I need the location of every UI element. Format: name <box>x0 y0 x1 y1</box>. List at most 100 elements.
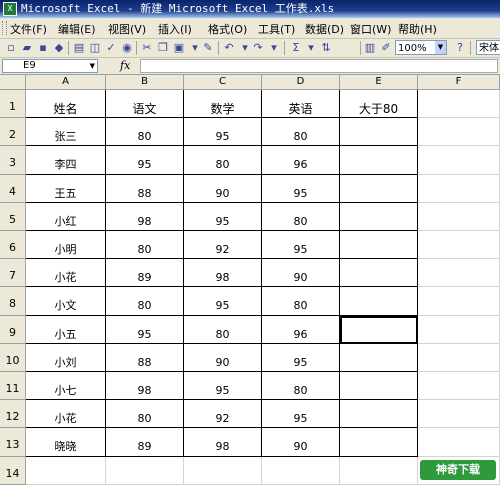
empty-cell[interactable] <box>418 287 500 316</box>
name-box[interactable]: E9 ▼ <box>2 59 98 73</box>
score-cell[interactable]: 95 <box>262 174 340 203</box>
chevron-down-icon[interactable]: ▼ <box>435 41 446 54</box>
score-cell[interactable]: 96 <box>262 146 340 175</box>
empty-cell[interactable] <box>340 456 418 485</box>
empty-cell[interactable] <box>262 456 340 485</box>
empty-cell[interactable] <box>418 372 500 401</box>
menu-data[interactable]: 数据(D) <box>305 21 344 37</box>
name-cell[interactable]: 小刘 <box>26 343 106 372</box>
score-cell[interactable]: 98 <box>106 372 184 401</box>
empty-cell[interactable] <box>418 202 500 231</box>
row-header[interactable]: 1 <box>0 90 26 119</box>
name-cell[interactable]: 王五 <box>26 174 106 203</box>
score-cell[interactable]: 98 <box>184 428 262 457</box>
sort-ascending-icon[interactable]: ⇅ <box>318 40 334 56</box>
header-cell[interactable]: 大于80 <box>340 90 418 119</box>
score-cell[interactable]: 95 <box>106 146 184 175</box>
column-header-a[interactable]: A <box>26 75 106 90</box>
menu-window[interactable]: 窗口(W) <box>350 21 391 37</box>
print-icon[interactable]: ▤ <box>71 40 87 56</box>
score-cell[interactable]: 95 <box>184 372 262 401</box>
row-header[interactable]: 3 <box>0 146 26 175</box>
empty-cell[interactable] <box>26 456 106 485</box>
empty-cell[interactable] <box>418 400 500 429</box>
chart-wizard-icon[interactable]: ▥ <box>362 40 378 56</box>
empty-cell[interactable] <box>106 456 184 485</box>
column-header-e[interactable]: E <box>340 75 418 90</box>
empty-cell[interactable] <box>418 90 500 119</box>
result-cell[interactable] <box>340 146 418 175</box>
name-cell[interactable]: 小明 <box>26 231 106 260</box>
row-header[interactable]: 12 <box>0 400 26 429</box>
research-icon[interactable]: ◉ <box>119 40 135 56</box>
row-header[interactable]: 10 <box>0 343 26 372</box>
autosum-dropdown-icon[interactable]: ▾ <box>303 40 319 56</box>
name-cell[interactable]: 小五 <box>26 315 106 344</box>
score-cell[interactable]: 98 <box>106 202 184 231</box>
menu-view[interactable]: 视图(V) <box>108 21 146 37</box>
score-cell[interactable]: 95 <box>184 202 262 231</box>
name-cell[interactable]: 小红 <box>26 202 106 231</box>
empty-cell[interactable] <box>418 343 500 372</box>
score-cell[interactable]: 90 <box>184 343 262 372</box>
name-cell[interactable]: 晓晓 <box>26 428 106 457</box>
result-cell[interactable] <box>340 174 418 203</box>
empty-cell[interactable] <box>418 146 500 175</box>
formula-input[interactable] <box>140 59 498 73</box>
score-cell[interactable]: 96 <box>262 315 340 344</box>
score-cell[interactable]: 95 <box>262 343 340 372</box>
score-cell[interactable]: 90 <box>184 174 262 203</box>
row-header[interactable]: 6 <box>0 231 26 260</box>
score-cell[interactable]: 89 <box>106 428 184 457</box>
help-icon[interactable]: ? <box>452 40 468 56</box>
zoom-select[interactable]: 100% ▼ <box>395 40 447 55</box>
score-cell[interactable]: 80 <box>106 231 184 260</box>
insert-function-icon[interactable]: fx <box>120 59 130 72</box>
score-cell[interactable]: 98 <box>184 259 262 288</box>
row-header[interactable]: 11 <box>0 372 26 401</box>
font-select[interactable]: 宋体 <box>476 40 500 55</box>
score-cell[interactable]: 80 <box>262 287 340 316</box>
print-preview-icon[interactable]: ◫ <box>87 40 103 56</box>
row-header[interactable]: 2 <box>0 118 26 147</box>
menubar-grip-handle[interactable] <box>2 21 7 35</box>
score-cell[interactable]: 90 <box>262 428 340 457</box>
open-icon[interactable]: ▰ <box>19 40 35 56</box>
score-cell[interactable]: 95 <box>262 400 340 429</box>
redo-icon[interactable]: ↷ <box>250 40 266 56</box>
score-cell[interactable]: 95 <box>184 118 262 147</box>
redo-dropdown-icon[interactable]: ▾ <box>266 40 282 56</box>
paste-icon[interactable]: ▣ <box>171 40 187 56</box>
drawing-icon[interactable]: ✐ <box>378 40 394 56</box>
score-cell[interactable]: 88 <box>106 174 184 203</box>
spelling-icon[interactable]: ✓ <box>103 40 119 56</box>
score-cell[interactable]: 92 <box>184 231 262 260</box>
row-header[interactable]: 5 <box>0 202 26 231</box>
score-cell[interactable]: 88 <box>106 343 184 372</box>
result-cell[interactable] <box>340 259 418 288</box>
undo-icon[interactable]: ↶ <box>221 40 237 56</box>
row-header[interactable]: 8 <box>0 287 26 316</box>
score-cell[interactable]: 89 <box>106 259 184 288</box>
header-cell[interactable]: 姓名 <box>26 90 106 119</box>
empty-cell[interactable] <box>418 259 500 288</box>
save-icon[interactable]: ▪ <box>35 40 51 56</box>
select-all-corner[interactable] <box>0 75 26 90</box>
score-cell[interactable]: 80 <box>106 400 184 429</box>
empty-cell[interactable] <box>418 174 500 203</box>
result-cell[interactable] <box>340 287 418 316</box>
score-cell[interactable]: 80 <box>106 118 184 147</box>
result-cell[interactable] <box>340 343 418 372</box>
menu-file[interactable]: 文件(F) <box>10 21 47 37</box>
copy-icon[interactable]: ❐ <box>155 40 171 56</box>
name-cell[interactable]: 李四 <box>26 146 106 175</box>
header-cell[interactable]: 英语 <box>262 90 340 119</box>
row-header[interactable]: 14 <box>0 456 26 485</box>
column-header-d[interactable]: D <box>262 75 340 90</box>
row-header[interactable]: 13 <box>0 428 26 457</box>
permission-icon[interactable]: ◆ <box>51 40 67 56</box>
name-cell[interactable]: 小花 <box>26 259 106 288</box>
row-header[interactable]: 9 <box>0 315 26 344</box>
menu-edit[interactable]: 编辑(E) <box>58 21 96 37</box>
new-icon[interactable]: ▫ <box>3 40 19 56</box>
